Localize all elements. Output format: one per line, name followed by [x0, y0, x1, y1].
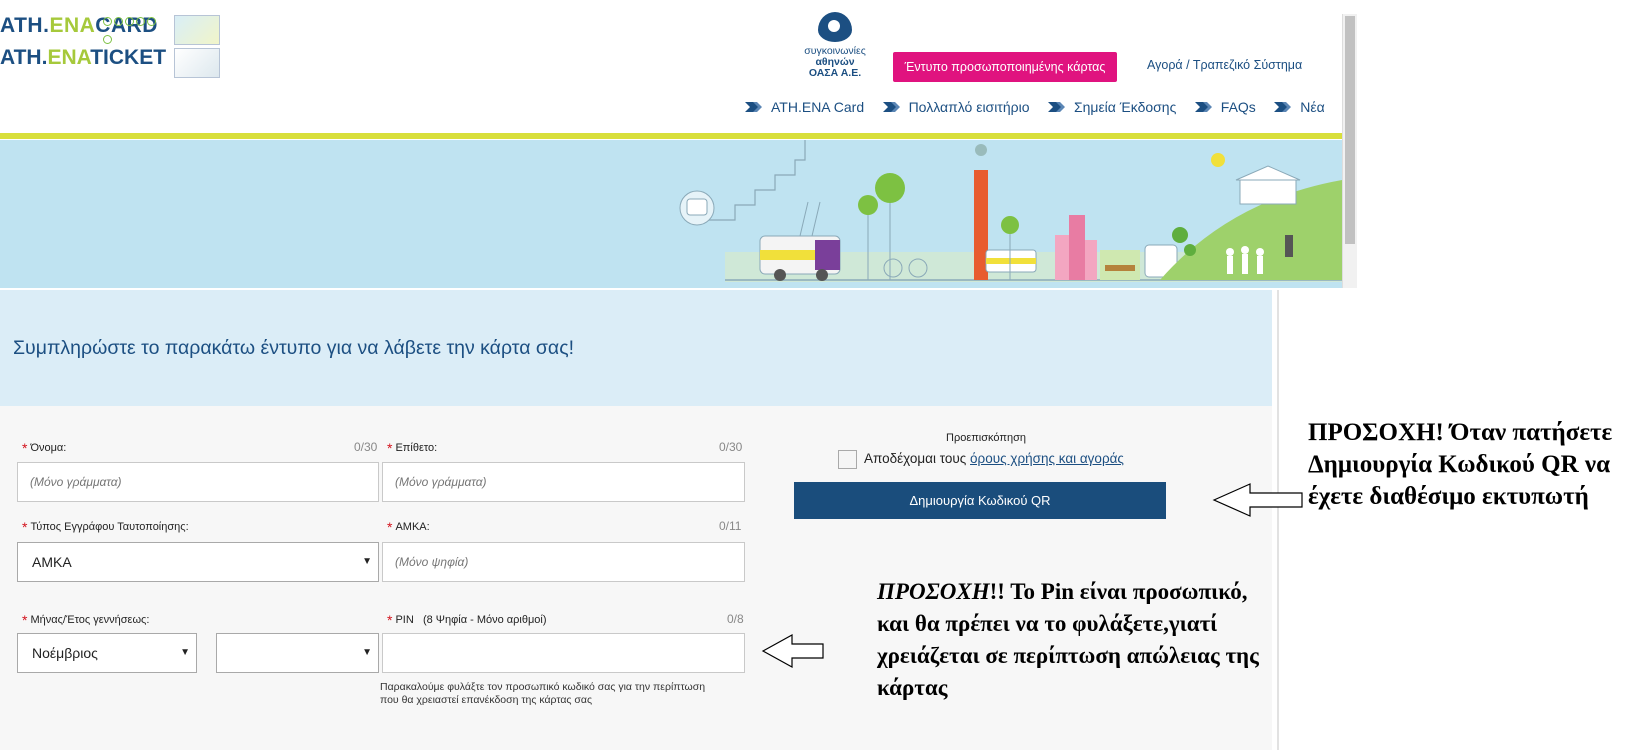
last-name-counter: 0/30: [719, 440, 743, 454]
first-name-label-text: Όνομα:: [30, 442, 67, 454]
oasa-logo-text: συγκοινωνίες αθηνών ΟΑΣΑ Α.Ε.: [790, 46, 880, 79]
last-name-label: * Επίθετο:: [387, 440, 437, 456]
card-thumbnail-icon: [174, 15, 220, 45]
required-mark: *: [387, 519, 393, 535]
terms-checkbox[interactable]: [838, 450, 857, 469]
personal-card-form-button[interactable]: Έντυπο προσωποποιημένης κάρτας: [893, 52, 1117, 82]
caret-down-icon: ▼: [362, 647, 372, 658]
nav-label: Σημεία Έκδοσης: [1073, 99, 1177, 115]
caret-down-icon: ▼: [362, 556, 372, 567]
id-type-label: * Τύπος Εγγράφου Ταυτοποίησης:: [22, 519, 189, 535]
athena-ticket-logo[interactable]: ATH.ENATICKET: [0, 46, 175, 76]
terms-prefix: Αποδέχομαι τους: [864, 451, 971, 466]
main-nav: ATH.ENA Card Πολλαπλό εισιτήριο Σημεία Έ…: [745, 99, 1339, 119]
chevron-right-icon: [745, 102, 762, 112]
nav-label: ATH.ENA Card: [771, 99, 865, 115]
id-type-select[interactable]: ΑΜΚΑ ▼: [17, 542, 379, 582]
first-name-input[interactable]: [17, 462, 379, 502]
logo-ticket-prefix: ATH.: [0, 46, 48, 69]
form-banner-title: Συμπληρώστε το παρακάτω έντυπο για να λά…: [13, 337, 575, 359]
nav-label: FAQs: [1220, 99, 1256, 115]
arrow-left-icon: [1212, 483, 1303, 517]
amka-label-text: ΑΜΚΑ:: [395, 521, 430, 533]
chevron-right-icon: [1047, 102, 1065, 112]
header-divider: [0, 133, 1342, 139]
required-mark: *: [22, 612, 28, 628]
chevron-right-icon: [1274, 102, 1292, 112]
terms-link[interactable]: όρους χρήσης και αγοράς: [970, 451, 1124, 466]
amka-input[interactable]: [382, 542, 745, 582]
pin-warning-note: ΠΡΟΣΟΧΗ!! Το Pin είναι προσωπικό, και θα…: [877, 576, 1272, 704]
oasa-logo[interactable]: συγκοινωνίες αθηνών ΟΑΣΑ Α.Ε.: [790, 12, 880, 82]
nav-item-faqs[interactable]: FAQs: [1194, 99, 1256, 115]
nav-label: Πολλαπλό εισιτήριο: [908, 99, 1030, 115]
create-qr-button[interactable]: Δημιουργία Κωδικού QR: [794, 482, 1166, 519]
logo-dots-icon: [103, 13, 163, 44]
pin-input[interactable]: [382, 633, 745, 673]
birth-month-select[interactable]: Νοέμβριος ▼: [17, 633, 197, 673]
logo-card-prefix: ATH.: [0, 14, 50, 37]
nav-item-issue-points[interactable]: Σημεία Έκδοσης: [1047, 99, 1177, 115]
first-name-counter: 0/30: [354, 440, 378, 454]
annotation-panel: [1277, 290, 1640, 750]
city-illustration-icon: [679, 140, 1342, 281]
amka-label: * ΑΜΚΑ:: [387, 519, 430, 535]
id-type-value: ΑΜΚΑ: [32, 554, 72, 570]
pin-help-text: Παρακαλούμε φυλάξτε τον προσωπικό κωδικό…: [380, 681, 706, 706]
arrow-left-icon: [761, 633, 824, 669]
purchase-banking-link[interactable]: Αγορά / Τραπεζικό Σύστημα: [1147, 58, 1302, 72]
nav-item-news[interactable]: Νέα: [1274, 99, 1325, 115]
last-name-input[interactable]: [382, 462, 745, 502]
birth-date-label-text: Μήνας/Έτος γεννήσεως:: [30, 614, 150, 626]
hero-illustration: [0, 140, 1342, 288]
birth-year-select[interactable]: ▼: [216, 633, 379, 673]
id-type-label-text: Τύπος Εγγράφου Ταυτοποίησης:: [30, 521, 189, 533]
nav-label: Νέα: [1300, 99, 1325, 115]
nav-item-athena-card[interactable]: ATH.ENA Card: [745, 99, 864, 115]
required-mark: *: [387, 612, 393, 628]
chevron-right-icon: [882, 102, 900, 112]
required-mark: *: [22, 519, 28, 535]
required-mark: *: [22, 440, 28, 456]
logo-card-accent: ENA: [49, 14, 96, 37]
caret-down-icon: ▼: [180, 647, 190, 658]
pin-hint: (8 Ψηφία - Μόνο αριθμοί): [422, 614, 547, 626]
preview-label: Προεπισκόπηση: [946, 432, 1026, 444]
chevron-right-icon: [1194, 102, 1212, 112]
printer-warning-note: ΠΡΟΣΟΧΗ! Όταν πατήσετε Δημιουργία Κωδικο…: [1308, 419, 1613, 510]
scrollbar-thumb[interactable]: [1345, 16, 1355, 244]
amka-counter: 0/11: [719, 519, 742, 533]
logo-ticket-suffix: TICKET: [90, 46, 167, 69]
pin-counter: 0/8: [727, 612, 744, 626]
page-scrollbar[interactable]: [1342, 14, 1357, 288]
pin-label: * PIN (8 Ψηφία - Μόνο αριθμοί): [387, 612, 547, 628]
first-name-label: * Όνομα:: [22, 440, 66, 456]
nav-item-multi-ticket[interactable]: Πολλαπλό εισιτήριο: [882, 99, 1030, 115]
required-mark: *: [387, 440, 393, 456]
ticket-thumbnail-icon: [174, 48, 220, 78]
terms-text: Αποδέχομαι τους όρους χρήσης και αγοράς: [864, 451, 1124, 466]
pin-note-italic: ΠΡΟΣΟΧΗ: [877, 579, 990, 604]
pin-label-text: PIN: [395, 614, 414, 626]
oasa-mark-icon: [818, 12, 852, 42]
oasa-line3: ΟΑΣΑ Α.Ε.: [808, 67, 862, 79]
birth-date-label: * Μήνας/Έτος γεννήσεως:: [22, 612, 149, 628]
birth-month-value: Νοέμβριος: [32, 645, 98, 661]
last-name-label-text: Επίθετο:: [395, 442, 438, 454]
logo-ticket-accent: ENA: [47, 46, 91, 69]
